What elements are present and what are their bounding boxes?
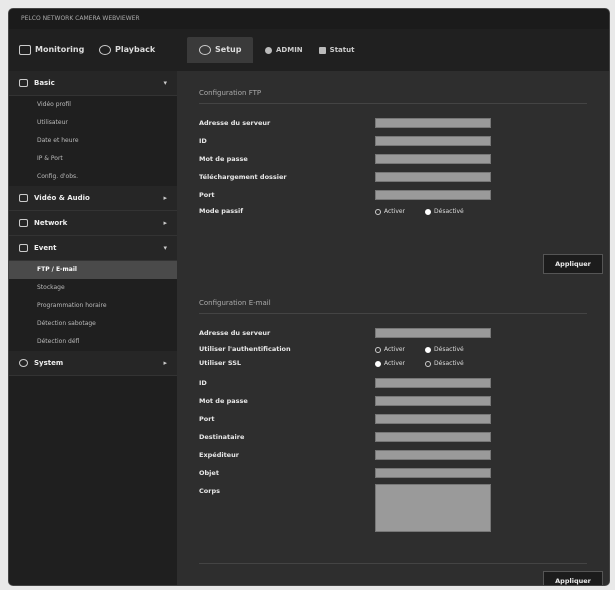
tab-monitoring-label: Monitoring <box>35 45 85 54</box>
sidebar: Basic ▾ Vidéo profil Utilisateur Date et… <box>9 71 177 585</box>
tab-monitoring[interactable]: Monitoring <box>19 37 84 63</box>
ftp-id-input[interactable] <box>375 136 491 146</box>
email-apply-button[interactable]: Appliquer <box>543 571 603 585</box>
email-auth-on[interactable]: Activer <box>375 346 405 353</box>
sidebar-item-storage[interactable]: Stockage <box>9 279 177 297</box>
sidebar-group-basic[interactable]: Basic ▾ <box>9 71 177 96</box>
email-ssl-off-label: Désactivé <box>434 360 464 367</box>
email-password-input[interactable] <box>375 396 491 406</box>
email-section-title: Configuration E-mail <box>199 299 271 307</box>
system-icon <box>19 359 28 367</box>
email-ssl-on-label: Activer <box>384 360 406 367</box>
sidebar-group-system-label: System <box>34 359 64 367</box>
email-ssl-on[interactable]: Activer <box>375 360 405 367</box>
radio-selected-icon <box>425 208 432 215</box>
top-nav: Monitoring Playback Setup ADMIN Statut <box>9 29 609 71</box>
monitor-icon <box>19 45 31 55</box>
chevron-right-icon: ▸ <box>163 219 167 227</box>
chevron-right-icon: ▸ <box>163 194 167 202</box>
email-from-input[interactable] <box>375 450 491 460</box>
tab-playback[interactable]: Playback <box>99 37 155 63</box>
email-body-textarea[interactable] <box>375 484 491 532</box>
chevron-right-icon: ▸ <box>163 359 167 367</box>
sidebar-group-video-audio[interactable]: Vidéo & Audio ▸ <box>9 186 177 211</box>
sidebar-group-system[interactable]: System ▸ <box>9 351 177 376</box>
sidebar-item-date-time[interactable]: Date et heure <box>9 132 177 150</box>
email-divider <box>199 313 587 314</box>
ftp-passive-on[interactable]: Activer <box>375 208 405 215</box>
tab-playback-label: Playback <box>115 45 156 54</box>
sidebar-item-user[interactable]: Utilisateur <box>9 114 177 132</box>
ftp-port-input[interactable] <box>375 190 491 200</box>
sidebar-item-defocus[interactable]: Détection défl <box>9 333 177 351</box>
ftp-password-input[interactable] <box>375 154 491 164</box>
sidebar-item-tamper[interactable]: Détection sabotage <box>9 315 177 333</box>
ftp-server-input[interactable] <box>375 118 491 128</box>
setup-icon <box>199 45 211 55</box>
main-content: Configuration FTP Adresse du serveur ID … <box>177 71 609 585</box>
email-auth-on-label: Activer <box>384 346 406 353</box>
tab-setup-label: Setup <box>215 45 242 54</box>
ftp-apply-button[interactable]: Appliquer <box>543 254 603 274</box>
app-window: PELCO NETWORK CAMERA WEBVIEWER Monitorin… <box>8 8 610 586</box>
user-icon <box>265 46 272 54</box>
email-ssl-radio-group: Activer Désactivé <box>375 360 464 367</box>
email-ssl-off[interactable]: Désactivé <box>425 360 464 367</box>
sidebar-group-network[interactable]: Network ▸ <box>9 211 177 236</box>
sidebar-group-event[interactable]: Event ▾ <box>9 236 177 261</box>
tab-setup[interactable]: Setup <box>187 37 254 63</box>
ftp-passive-off[interactable]: Désactivé <box>425 208 464 215</box>
radio-selected-icon <box>375 360 381 367</box>
ftp-divider <box>199 103 587 104</box>
sidebar-item-video-profile[interactable]: Vidéo profil <box>9 96 177 114</box>
email-to-input[interactable] <box>375 432 491 442</box>
sidebar-group-network-label: Network <box>34 219 68 227</box>
status-label: Statut <box>329 46 355 54</box>
ftp-dir-input[interactable] <box>375 172 491 182</box>
radio-icon <box>375 346 381 353</box>
status-icon <box>318 46 326 54</box>
chevron-down-icon: ▾ <box>163 244 167 252</box>
admin-link[interactable]: ADMIN <box>265 46 303 54</box>
network-icon <box>19 219 28 227</box>
status-link[interactable]: Statut <box>318 46 355 54</box>
radio-icon <box>425 360 432 367</box>
playback-icon <box>99 45 111 55</box>
sidebar-group-event-label: Event <box>34 244 57 252</box>
event-icon <box>19 244 28 252</box>
ftp-passive-radio-group: Activer Désactivé <box>375 208 464 215</box>
basic-icon <box>19 79 28 87</box>
video-icon <box>19 194 28 202</box>
sidebar-item-schedule[interactable]: Programmation horaire <box>9 297 177 315</box>
sidebar-item-ftp-email[interactable]: FTP / E-mail <box>9 261 177 279</box>
sidebar-item-ip-port[interactable]: IP & Port <box>9 150 177 168</box>
chevron-down-icon: ▾ <box>163 79 167 87</box>
sidebar-group-basic-label: Basic <box>34 79 55 87</box>
ftp-section-title: Configuration FTP <box>199 89 262 97</box>
email-id-input[interactable] <box>375 378 491 388</box>
email-server-input[interactable] <box>375 328 491 338</box>
sidebar-item-config[interactable]: Config. d'obs. <box>9 168 177 186</box>
email-auth-off[interactable]: Désactivé <box>425 346 464 353</box>
ftp-passive-on-label: Activer <box>384 208 406 215</box>
email-subject-input[interactable] <box>375 468 491 478</box>
window-title: PELCO NETWORK CAMERA WEBVIEWER <box>9 9 609 29</box>
email-bottom-divider <box>199 563 587 564</box>
radio-selected-icon <box>425 346 432 353</box>
email-auth-off-label: Désactivé <box>434 346 464 353</box>
sidebar-group-video-label: Vidéo & Audio <box>34 194 90 202</box>
radio-icon <box>375 208 381 215</box>
email-auth-radio-group: Activer Désactivé <box>375 346 464 353</box>
user-area: ADMIN Statut <box>265 37 354 63</box>
ftp-passive-off-label: Désactivé <box>434 208 464 215</box>
admin-label: ADMIN <box>276 46 303 54</box>
email-port-input[interactable] <box>375 414 491 424</box>
